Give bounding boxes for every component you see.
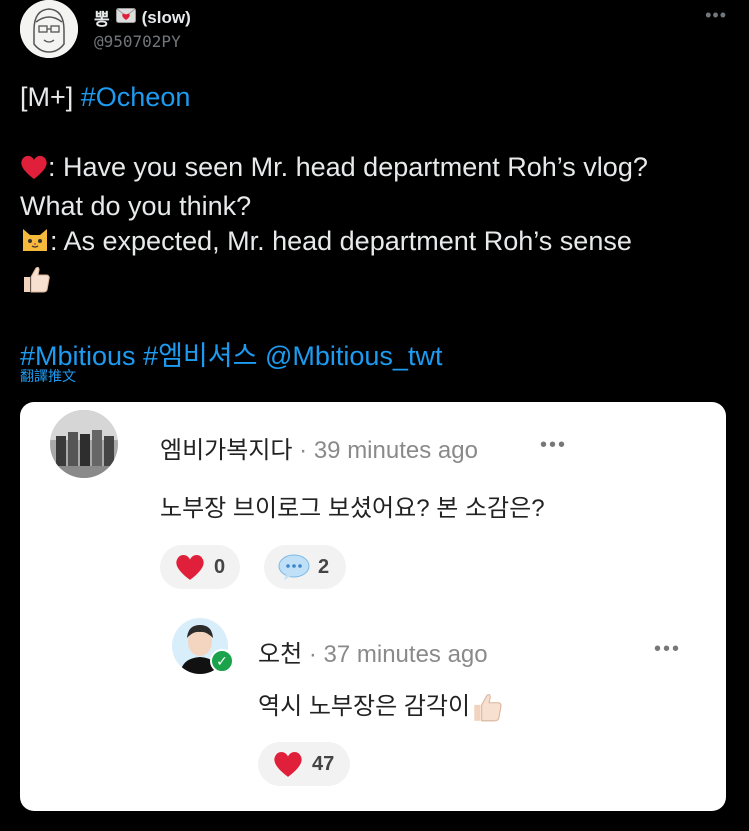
speech-bubble-icon: [278, 554, 310, 580]
author-avatar[interactable]: [20, 0, 78, 58]
hashtag-mbitious-korean[interactable]: #엠비셔스: [143, 341, 257, 371]
attached-image-card[interactable]: 엠비가복지다 · 39 minutes ago ••• 노부장 브이로그 보셨어…: [20, 402, 726, 811]
tweet-line-5: [20, 263, 735, 304]
reply-username: 오천: [258, 641, 303, 668]
commenter-avatar: [50, 410, 118, 478]
cat-emoji: [20, 224, 50, 263]
tweet-line-2: : Have you seen Mr. head department Roh’…: [20, 150, 735, 189]
more-icon[interactable]: •••: [705, 5, 727, 26]
tweet-tags-line: #Mbitious #엠비셔스 @Mbitious_twt: [20, 339, 735, 374]
comment-header: 엠비가복지다 · 39 minutes ago: [160, 430, 478, 465]
reply-like-pill: 47: [258, 742, 350, 786]
author-status: (slow): [141, 7, 191, 27]
author-display-name: 뽕: [94, 10, 110, 29]
comment-reply-pill: 2: [264, 545, 346, 589]
comment-separator: ·: [299, 437, 308, 464]
reply-like-count: 47: [312, 752, 335, 775]
comment-reply-count: 2: [318, 555, 330, 578]
reply-time: 37 minutes ago: [323, 641, 488, 668]
heart-emoji: [20, 154, 48, 189]
comment-text: 노부장 브이로그 보셨어요? 본 소감은?: [160, 495, 545, 522]
heart-icon: [176, 555, 204, 580]
tweet-line-4-text: : As expected, Mr. head department Roh’s…: [50, 226, 632, 256]
comment-username: 엠비가복지다: [160, 437, 293, 464]
reply-separator: ·: [308, 641, 317, 668]
comment-like-pill: 0: [160, 545, 240, 589]
translate-tweet-link[interactable]: 翻譯推文: [20, 366, 76, 386]
letter-heart-emoji: [115, 7, 136, 28]
reply-header: 오천 · 37 minutes ago: [258, 634, 488, 669]
tweet-body: [M+] #Ocheon : Have you seen Mr. head de…: [20, 80, 735, 374]
hashtag-ocheon[interactable]: #Ocheon: [81, 82, 191, 112]
tweet-line-2-text: : Have you seen Mr. head department Roh’…: [48, 152, 648, 182]
tweet-line-1: [M+] #Ocheon: [20, 80, 735, 115]
thumbs-up-emoji: [470, 690, 504, 725]
comment-like-count: 0: [214, 555, 226, 578]
tweet-line-3: What do you think?: [20, 191, 252, 221]
verified-icon: ✓: [210, 649, 234, 673]
reply-text: 역시 노부장은 감각이: [258, 693, 471, 720]
tweet-line-4: : As expected, Mr. head department Roh’s…: [20, 224, 735, 263]
mention-mbitious-twt[interactable]: @Mbitious_twt: [265, 341, 442, 371]
reply-more-icon: •••: [654, 638, 682, 660]
tweet-prefix: [M+]: [20, 82, 81, 112]
comment-more-icon: •••: [540, 434, 568, 456]
heart-icon: [274, 752, 302, 777]
author-name-row[interactable]: 뽕 (slow): [94, 5, 191, 30]
comment-time: 39 minutes ago: [313, 437, 478, 464]
thumbs-up-emoji: [20, 263, 52, 304]
author-handle[interactable]: @950702PY: [94, 32, 181, 51]
reply-text-row: 역시 노부장은 감각이: [258, 686, 504, 725]
tweet-blank-line-2: [20, 304, 735, 339]
